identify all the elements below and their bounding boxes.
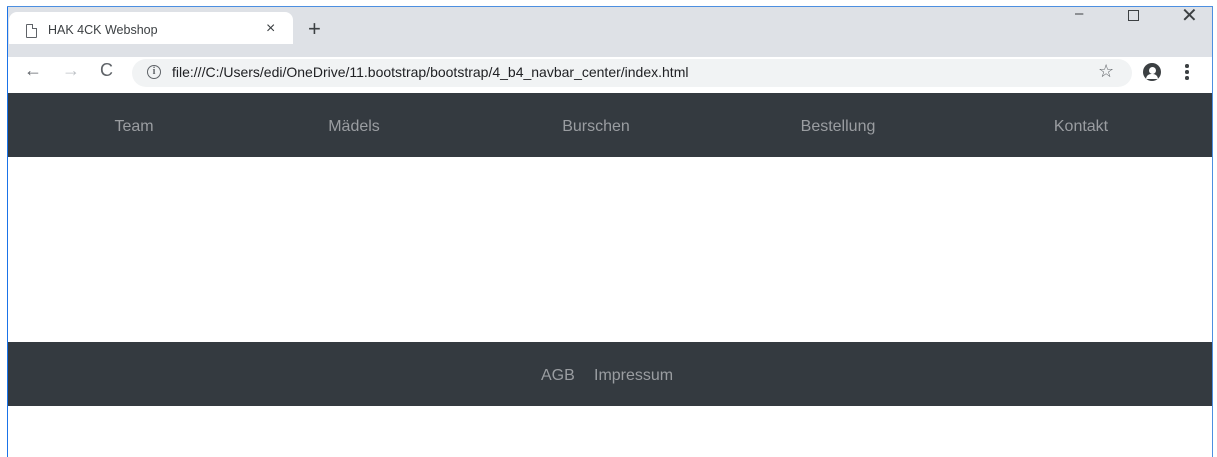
forward-arrow-icon[interactable]: →: [62, 60, 80, 81]
nav-link-team[interactable]: Team: [114, 118, 153, 136]
nav-link-maedels[interactable]: Mädels: [328, 118, 380, 136]
bookmark-star-icon[interactable]: ☆: [1098, 61, 1114, 82]
nav-link-kontakt[interactable]: Kontakt: [1054, 118, 1108, 136]
new-tab-icon[interactable]: +: [308, 16, 321, 42]
tab-close-icon[interactable]: ×: [266, 20, 275, 38]
reload-icon[interactable]: C: [100, 60, 113, 81]
back-arrow-icon[interactable]: ←: [24, 60, 42, 81]
nav-link-bestellung[interactable]: Bestellung: [801, 118, 876, 136]
window-frame-right: [1212, 7, 1213, 457]
maximize-icon[interactable]: [1128, 10, 1139, 21]
minimize-icon[interactable]: –: [1075, 5, 1083, 22]
window-close-icon[interactable]: ✕: [1181, 3, 1198, 28]
footer-link-impressum[interactable]: Impressum: [594, 367, 673, 385]
browser-window: HAK 4CK Webshop × + – ✕ ← → C i file:///…: [0, 0, 1217, 457]
document-icon: [26, 23, 38, 38]
footer-link-agb[interactable]: AGB: [541, 367, 575, 385]
tab-title: HAK 4CK Webshop: [48, 23, 158, 37]
info-icon[interactable]: i: [147, 65, 161, 79]
nav-link-burschen[interactable]: Burschen: [562, 118, 630, 136]
menu-icon[interactable]: [1185, 64, 1189, 80]
url-text[interactable]: file:///C:/Users/edi/OneDrive/11.bootstr…: [172, 64, 688, 80]
account-icon[interactable]: [1143, 63, 1161, 81]
